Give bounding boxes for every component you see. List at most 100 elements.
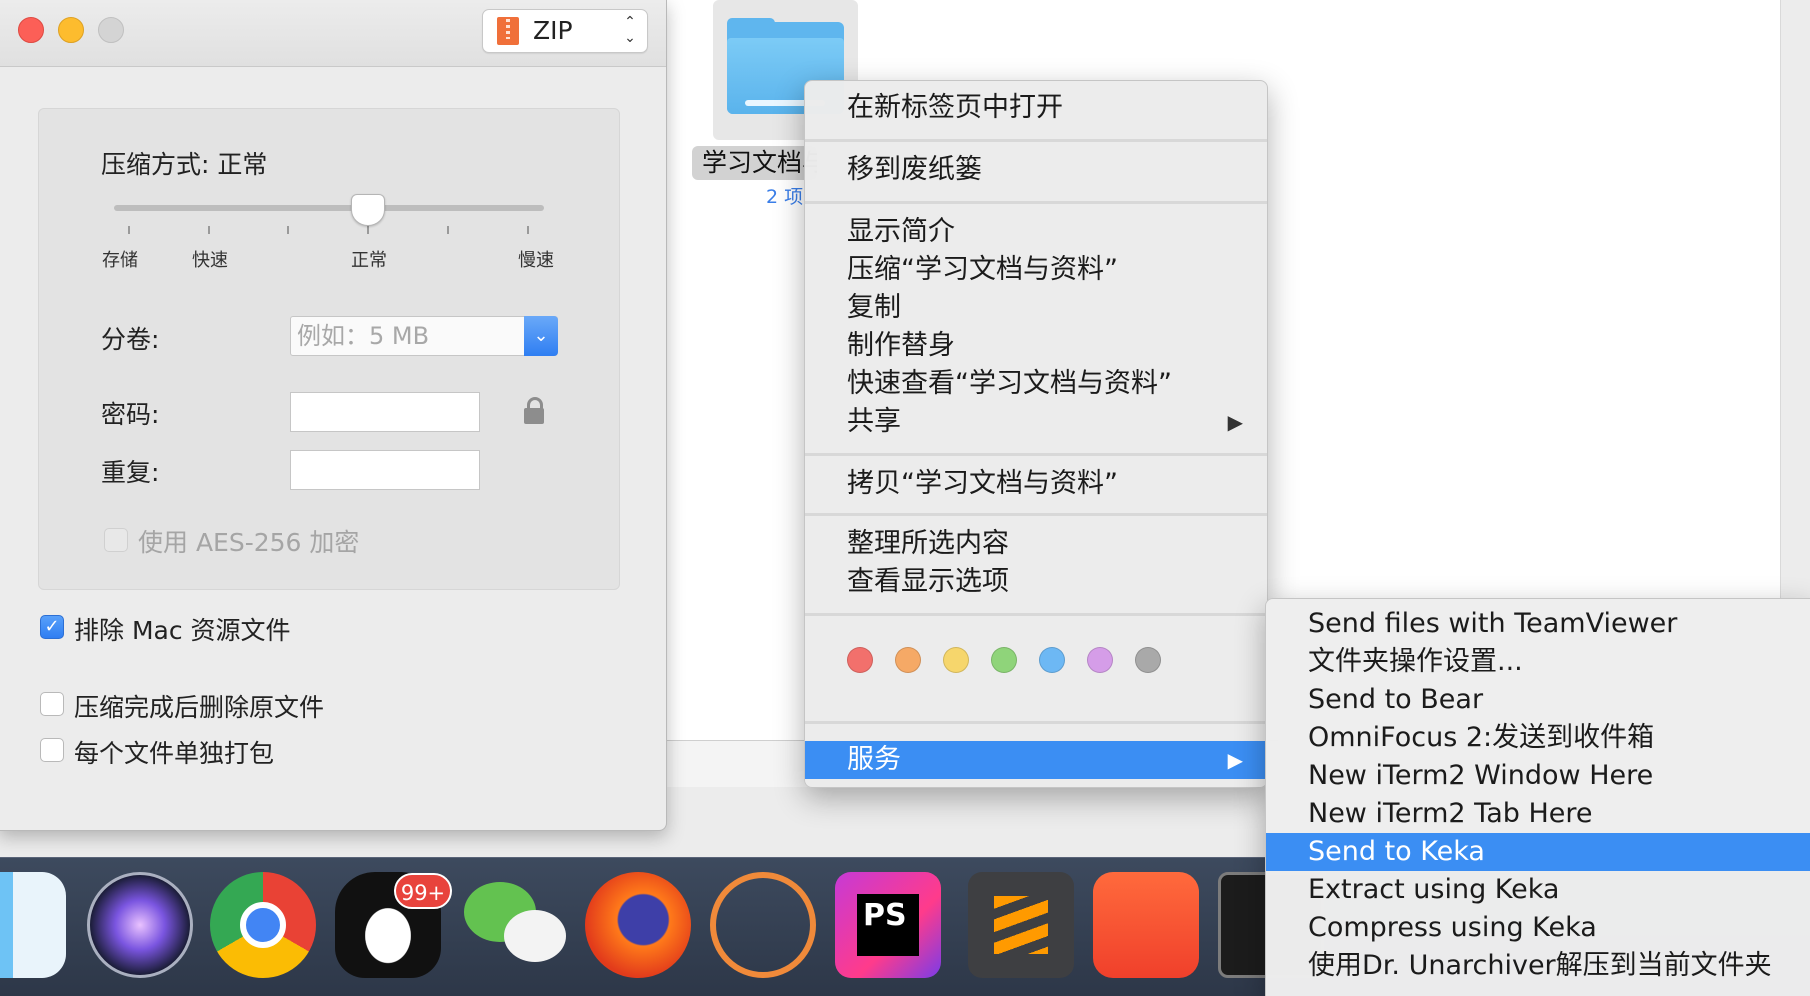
menu-item-label: 查看显示选项 <box>847 566 1009 597</box>
finder-window-edge <box>1780 0 1810 600</box>
finder-icon[interactable] <box>0 872 66 978</box>
service-teamviewer[interactable]: Send files with TeamViewer <box>1266 605 1810 643</box>
slider-label-store: 存储 <box>102 250 138 271</box>
service-label: Extract using Keka <box>1308 874 1560 905</box>
menu-separator <box>805 513 1267 516</box>
slider-label-fast: 快速 <box>192 250 228 271</box>
service-send-to-bear[interactable]: Send to Bear <box>1266 681 1810 719</box>
submenu-arrow-icon: ▶ <box>1227 748 1243 772</box>
format-select[interactable]: ZIP ⌃ ⌄ <box>482 9 648 53</box>
service-iterm-tab[interactable]: New iTerm2 Tab Here <box>1266 795 1810 833</box>
close-button[interactable] <box>18 17 44 43</box>
compression-method-label: 压缩方式: 正常 <box>101 150 268 179</box>
service-label: Send to Bear <box>1308 684 1484 715</box>
wechat-bubble-white <box>504 910 566 962</box>
split-size-placeholder: 例如：5 MB <box>297 322 430 350</box>
chrome-icon-center <box>240 902 286 948</box>
menu-item-clean-up-selection[interactable]: 整理所选内容 <box>805 525 1267 563</box>
pack-each-checkbox[interactable] <box>40 738 64 762</box>
screen: 学习文档与资料 2 项 ZIP ⌃⌄ 压缩方式: 正常 存储 快速 正常 慢速 … <box>0 0 1810 996</box>
menu-item-open-new-tab[interactable]: 在新标签页中打开 <box>805 89 1267 127</box>
menu-item-label: 在新标签页中打开 <box>847 92 1063 123</box>
menu-item-move-to-trash[interactable]: 移到废纸篓 <box>805 151 1267 189</box>
sublime-text-mark <box>994 896 1048 954</box>
service-extract-keka[interactable]: Extract using Keka <box>1266 871 1810 909</box>
menu-item-make-alias[interactable]: 制作替身 <box>805 327 1267 365</box>
split-size-combo[interactable]: 例如：5 MB ⌄ <box>290 316 558 356</box>
password-field[interactable] <box>290 392 480 432</box>
password-label: 密码: <box>101 400 160 429</box>
compression-level-slider-knob[interactable] <box>350 194 385 226</box>
submenu-arrow-icon: ▶ <box>1227 410 1243 434</box>
slider-tick <box>208 226 210 234</box>
service-folder-actions[interactable]: 文件夹操作设置... <box>1266 643 1810 681</box>
menu-separator <box>805 139 1267 142</box>
menu-item-label: 共享 <box>847 406 901 437</box>
menu-item-label: 制作替身 <box>847 330 955 361</box>
service-label: OmniFocus 2:发送到收件箱 <box>1308 722 1655 753</box>
service-compress-keka[interactable]: Compress using Keka <box>1266 909 1810 947</box>
title-bar: ZIP ⌃ ⌄ <box>0 0 666 67</box>
service-dr-unarchiver[interactable]: 使用Dr. Unarchiver解压到当前文件夹 <box>1266 947 1810 985</box>
tag-blue[interactable] <box>1039 647 1065 673</box>
tag-purple[interactable] <box>1087 647 1113 673</box>
service-send-to-keka[interactable]: Send to Keka <box>1266 833 1810 871</box>
chrome-icon[interactable] <box>210 872 316 978</box>
folder-item-count: 2 项 <box>766 186 804 208</box>
menu-item-show-view-options[interactable]: 查看显示选项 <box>805 563 1267 601</box>
exclude-mac-checkbox[interactable]: ✓ <box>40 615 64 639</box>
menu-item-compress[interactable]: 压缩“学习文档与资料” <box>805 251 1267 289</box>
menu-item-quick-look[interactable]: 快速查看“学习文档与资料” <box>805 365 1267 403</box>
tag-gray[interactable] <box>1135 647 1161 673</box>
menu-item-label: 整理所选内容 <box>847 528 1009 559</box>
menu-item-get-info[interactable]: 显示简介 <box>805 213 1267 251</box>
delete-after-checkbox[interactable] <box>40 692 64 716</box>
video-app-icon[interactable] <box>1093 872 1199 978</box>
menu-item-services[interactable]: 服务 ▶ <box>805 741 1267 779</box>
format-select-value: ZIP <box>533 16 573 45</box>
menu-item-label: 快速查看“学习文档与资料” <box>847 368 1172 399</box>
zoom-button[interactable] <box>98 17 124 43</box>
context-menu: 在新标签页中打开 移到废纸篓 显示简介 压缩“学习文档与资料” 复制 制作替身 … <box>804 80 1268 788</box>
service-label: Compress using Keka <box>1308 912 1597 943</box>
service-label: 文件夹操作设置... <box>1308 646 1523 677</box>
wechat-icon[interactable] <box>460 872 566 978</box>
aes-checkbox[interactable] <box>104 528 128 552</box>
service-omnifocus[interactable]: OmniFocus 2:发送到收件箱 <box>1266 719 1810 757</box>
chevron-down-icon[interactable]: ⌄ <box>524 316 558 356</box>
updown-chevron-icon: ⌃ ⌄ <box>624 14 636 46</box>
tag-orange[interactable] <box>895 647 921 673</box>
split-label: 分卷: <box>101 325 160 354</box>
repeat-password-field[interactable] <box>290 450 480 490</box>
menu-item-duplicate[interactable]: 复制 <box>805 289 1267 327</box>
siri-icon[interactable] <box>87 872 193 978</box>
menu-separator <box>805 201 1267 204</box>
sublime-text-icon[interactable] <box>968 872 1074 978</box>
minimize-button[interactable] <box>58 17 84 43</box>
menu-item-copy[interactable]: 拷贝“学习文档与资料” <box>805 465 1267 503</box>
compression-level-slider[interactable] <box>114 205 544 211</box>
tag-green[interactable] <box>991 647 1017 673</box>
service-label: New iTerm2 Window Here <box>1308 760 1654 791</box>
service-label: 使用Dr. Unarchiver解压到当前文件夹 <box>1308 950 1772 981</box>
phpstorm-icon[interactable]: PS <box>835 872 941 978</box>
phpstorm-label: PS <box>857 894 919 956</box>
lock-icon <box>524 397 544 424</box>
folder-name[interactable]: 学习文档与资料 <box>692 146 817 180</box>
delete-after-label: 压缩完成后删除原文件 <box>74 693 325 722</box>
navicat-icon[interactable] <box>710 872 816 978</box>
slider-tick <box>367 226 369 234</box>
menu-item-share[interactable]: 共享 ▶ <box>805 403 1267 441</box>
tag-yellow[interactable] <box>943 647 969 673</box>
services-submenu: Send files with TeamViewer 文件夹操作设置... Se… <box>1265 598 1810 996</box>
menu-separator <box>805 453 1267 456</box>
firefox-icon[interactable] <box>585 872 691 978</box>
pack-each-label: 每个文件单独打包 <box>74 739 275 768</box>
slider-tick <box>287 226 289 234</box>
compression-dialog: ZIP ⌃ ⌄ 压缩方式: 正常 存储 快速 正常 慢速 分卷: 例如：5 MB … <box>0 0 667 831</box>
tag-red[interactable] <box>847 647 873 673</box>
service-iterm-window[interactable]: New iTerm2 Window Here <box>1266 757 1810 795</box>
slider-label-normal: 正常 <box>351 250 387 271</box>
menu-separator <box>805 613 1267 616</box>
menu-item-label: 压缩“学习文档与资料” <box>847 254 1118 285</box>
